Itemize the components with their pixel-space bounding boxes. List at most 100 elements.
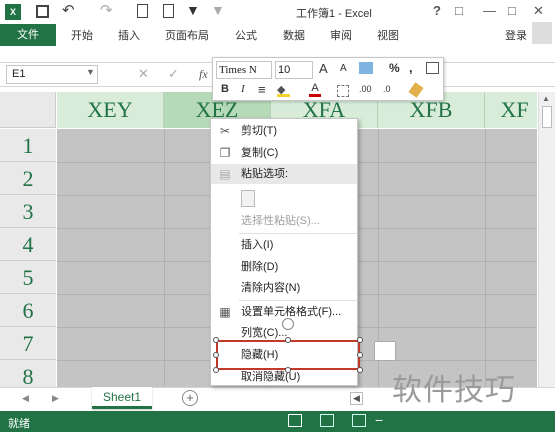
fill-color-icon[interactable]: ◆ [277, 83, 290, 97]
column-header[interactable]: XF [485, 92, 537, 128]
scroll-up-icon[interactable]: ▲ [542, 94, 550, 103]
sheet-nav-left-icon[interactable]: ◀ [22, 393, 29, 404]
menu-item-label: 取消隐藏(U) [241, 371, 301, 383]
selection-handle [285, 367, 291, 373]
italic-button[interactable]: I [241, 83, 245, 95]
tab-view[interactable]: 视图 [377, 27, 399, 43]
increase-decimal-button[interactable]: .00 [359, 84, 372, 94]
column-header[interactable]: XEY [57, 92, 164, 128]
menu-item-label: 列宽(C)... [241, 327, 288, 339]
percent-button[interactable]: % [389, 61, 400, 75]
new-document-icon[interactable] [163, 4, 174, 18]
menu-item-delete[interactable]: 删除(D) [211, 257, 357, 277]
format-table-icon[interactable] [426, 62, 439, 74]
enter-icon[interactable]: ✓ [168, 66, 179, 82]
cancel-icon[interactable]: ✕ [138, 66, 149, 82]
selection-handle [213, 367, 219, 373]
paste-clipboard-icon[interactable] [241, 190, 255, 207]
menu-separator [239, 233, 357, 234]
shrink-font-button[interactable]: A [340, 63, 347, 74]
tab-home[interactable]: 开始 [71, 27, 93, 43]
add-sheet-button[interactable]: + [182, 390, 198, 406]
sheet-tab[interactable]: Sheet1 [92, 387, 152, 409]
paste-icon: ▤ [219, 167, 231, 181]
login-link[interactable]: 登录 [505, 27, 527, 43]
menu-item-label: 设置单元格格式(F)... [241, 306, 342, 318]
align-center-button[interactable]: ≡ [258, 82, 266, 97]
clear-filter-icon[interactable]: ▼ [211, 2, 225, 18]
select-all-corner[interactable] [0, 92, 56, 128]
grow-font-button[interactable]: A [319, 61, 328, 76]
borders-icon[interactable] [337, 85, 349, 97]
undo-icon[interactable]: ↶ [62, 1, 75, 19]
normal-view-icon[interactable] [288, 414, 302, 427]
window-title: 工作簿1 - Excel [296, 8, 372, 20]
font-size-input[interactable]: 10 [275, 61, 313, 79]
sheet-nav-right-icon[interactable]: ▶ [52, 393, 59, 404]
minimize-button[interactable]: — [483, 3, 496, 18]
tab-file[interactable]: 文件 [0, 24, 56, 46]
row-header[interactable]: 6 [0, 294, 56, 327]
page-break-view-icon[interactable] [352, 414, 366, 427]
menu-item-label: 删除(D) [241, 261, 279, 273]
menu-item-label: 清除内容(N) [241, 282, 301, 294]
layout-options-icon[interactable] [374, 341, 396, 361]
name-box[interactable]: E1 [6, 65, 98, 84]
format-painter-icon[interactable] [408, 82, 424, 98]
selection-handle [357, 367, 363, 373]
menu-item-label: 复制(C) [241, 147, 279, 159]
scroll-thumb[interactable] [542, 106, 552, 128]
tab-review[interactable]: 审阅 [330, 27, 352, 43]
row-header[interactable]: 8 [0, 360, 56, 387]
print-preview-icon[interactable] [137, 4, 148, 18]
excel-logo-icon: X [5, 4, 21, 20]
row-header[interactable]: 2 [0, 162, 56, 195]
chevron-down-icon[interactable]: ▼ [86, 67, 95, 77]
menu-item-paste-special[interactable]: 选择性粘贴(S)... [211, 211, 357, 231]
status-bar: 就绪 − [0, 411, 555, 432]
row-header[interactable]: 1 [0, 129, 56, 162]
tab-data[interactable]: 数据 [283, 27, 305, 43]
menu-item-label: 粘贴选项: [241, 168, 289, 180]
save-icon[interactable] [36, 5, 49, 18]
menu-item-label: 插入(I) [241, 239, 274, 251]
rotate-handle-icon [282, 318, 294, 330]
bold-button[interactable]: B [221, 83, 229, 95]
menu-item-copy[interactable]: ❐ 复制(C) [211, 143, 357, 163]
close-button[interactable]: ✕ [533, 3, 544, 19]
menu-item-clear[interactable]: 清除内容(N) [211, 278, 357, 298]
comma-button[interactable]: , [409, 60, 413, 75]
row-header[interactable]: 3 [0, 195, 56, 228]
selection-handle [213, 337, 219, 343]
page-layout-view-icon[interactable] [320, 414, 334, 427]
menu-item-unhide[interactable]: 取消隐藏(U) [211, 367, 357, 387]
help-button[interactable]: ? [433, 3, 441, 18]
menu-item-paste-options: ▤ 粘贴选项: [211, 164, 357, 184]
insert-function-icon[interactable]: fx [199, 67, 208, 82]
selection-handle [357, 337, 363, 343]
tab-insert[interactable]: 插入 [118, 27, 140, 43]
ribbon-display-button[interactable]: □ [455, 3, 463, 18]
filter-icon[interactable]: ▼ [186, 2, 200, 18]
row-header[interactable]: 5 [0, 261, 56, 294]
row-header[interactable]: 7 [0, 327, 56, 360]
menu-item-cut[interactable]: ✂ 剪切(T) [211, 121, 357, 141]
menu-item-insert[interactable]: 插入(I) [211, 235, 357, 255]
cell-style-icon[interactable] [359, 62, 373, 74]
redo-icon[interactable]: ↷ [100, 1, 113, 19]
tab-page-layout[interactable]: 页面布局 [165, 27, 209, 43]
vertical-scrollbar[interactable]: ▲ [538, 92, 555, 387]
menu-item-label: 剪切(T) [241, 125, 278, 137]
decrease-decimal-button[interactable]: .0 [383, 84, 391, 94]
format-cells-icon: ▦ [219, 305, 231, 319]
restore-button[interactable]: □ [508, 3, 516, 18]
tab-formulas[interactable]: 公式 [235, 27, 257, 43]
zoom-minus-icon[interactable]: − [375, 412, 383, 428]
user-avatar[interactable] [532, 22, 552, 44]
font-color-button[interactable]: A [309, 82, 321, 97]
font-name-input[interactable]: Times N [216, 61, 272, 79]
row-header[interactable]: 4 [0, 228, 56, 261]
hscroll-left-icon[interactable]: ◀ [350, 392, 363, 405]
status-text: 就绪 [8, 418, 30, 430]
menu-separator [239, 300, 357, 301]
